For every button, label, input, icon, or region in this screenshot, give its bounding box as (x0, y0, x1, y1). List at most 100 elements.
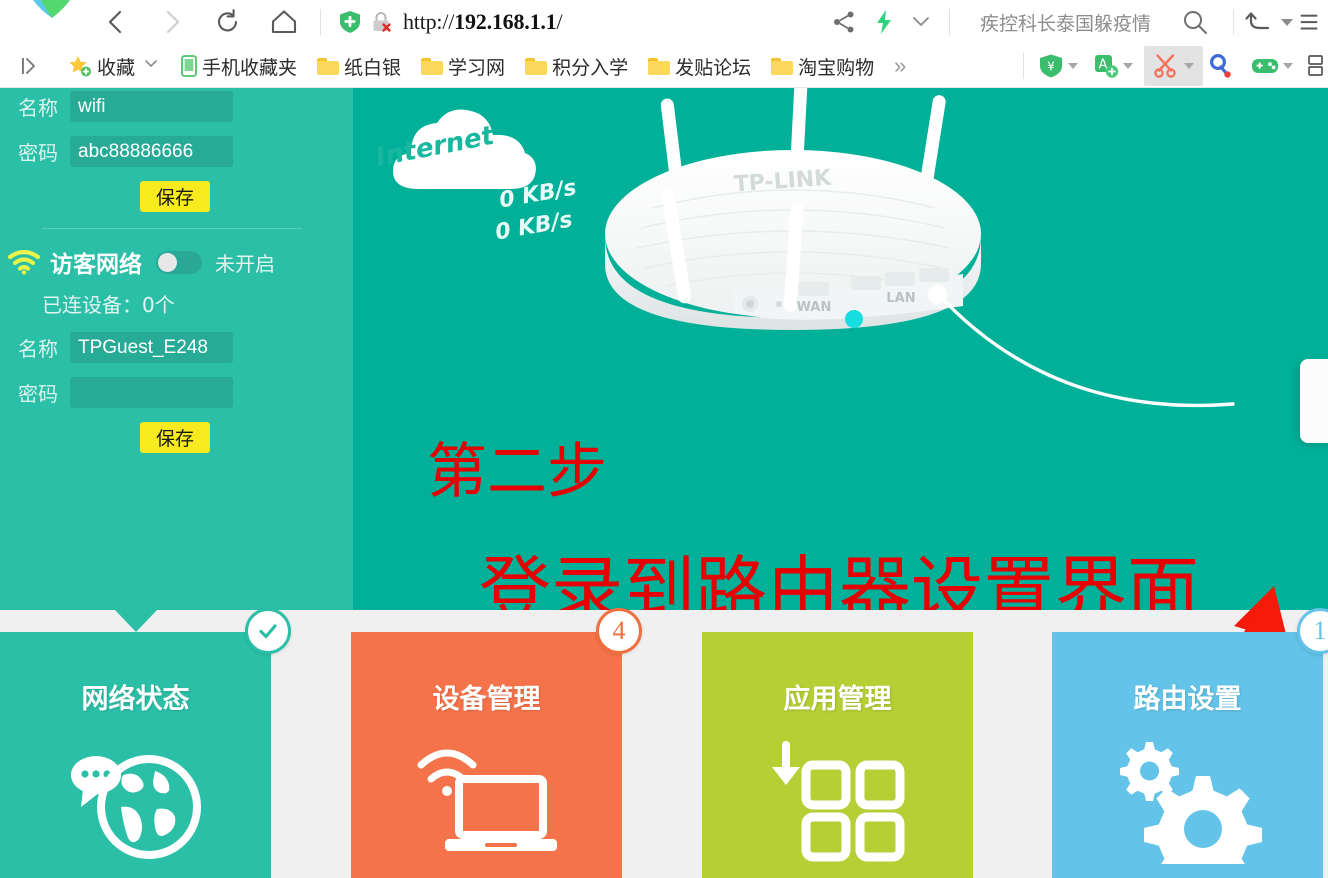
bookmark-folder-1[interactable]: 纸白银 (311, 45, 407, 88)
guest-password-label: 密码 (18, 382, 58, 406)
guest-password-row: 密码 (0, 377, 353, 408)
router-admin-page: 名称 密码 保存 (0, 88, 1328, 878)
share-icon (833, 11, 854, 33)
security-shield-icon[interactable] (339, 10, 361, 34)
turbo-button[interactable] (867, 0, 901, 45)
lightning-bolt-icon (876, 10, 891, 34)
bookmark-favorites[interactable]: 收藏 (62, 45, 165, 88)
tile-artwork (0, 724, 271, 874)
host-password-label: 密码 (18, 141, 58, 165)
star-add-icon (69, 56, 91, 77)
folder-icon (525, 57, 548, 75)
home-button[interactable] (256, 0, 312, 45)
folder-icon (648, 57, 671, 75)
url-scheme: http:// (403, 9, 455, 34)
url-path: / (556, 9, 563, 34)
bookmark-label: 手机收藏夹 (202, 57, 298, 79)
bookmark-sidebar-toggle[interactable] (0, 45, 46, 88)
host-ssid-input[interactable] (70, 91, 233, 122)
extension-magnifier[interactable] (1203, 45, 1237, 88)
guest-network-toggle[interactable] (156, 250, 202, 274)
svg-text:WAN: WAN (797, 300, 832, 315)
host-ssid-row: 名称 (0, 91, 353, 122)
extension-apps-grid[interactable] (1304, 45, 1328, 88)
search-suggestion[interactable]: 疾控科长泰国躲疫情 (958, 0, 1165, 45)
undo-dropdown[interactable] (1276, 0, 1298, 45)
host-save-row: 保存 (140, 181, 353, 212)
back-button[interactable] (88, 0, 144, 45)
browser-logo (0, 0, 88, 45)
bookmark-label: 收藏 (97, 57, 136, 79)
address-bar[interactable]: http://192.168.1.1/ (403, 9, 563, 35)
search-button[interactable] (1165, 0, 1225, 45)
forward-button[interactable] (144, 0, 200, 45)
hamburger-menu-icon (1300, 14, 1318, 30)
status-badge (245, 608, 291, 654)
guest-network-title: 访客网络 (50, 252, 142, 278)
tile-artwork (351, 724, 622, 874)
toolbar-divider-3 (1233, 9, 1234, 35)
main-menu-button[interactable] (1298, 0, 1328, 45)
dashboard-tiles: 网络状态 设备管理 4 应用管理 路由设置 1 (0, 608, 1328, 878)
bookmark-folder-3[interactable]: 积分入学 (519, 45, 634, 88)
bookmarks-overflow-button[interactable]: » (888, 45, 912, 88)
count-badge: 4 (596, 608, 642, 654)
guest-save-button[interactable]: 保存 (140, 422, 210, 453)
extension-screenshot[interactable] (1144, 46, 1203, 86)
svg-text:¥: ¥ (1047, 60, 1055, 74)
bookmark-label: 淘宝购物 (798, 57, 875, 79)
bookmark-sidebar-icon (22, 58, 35, 74)
extension-translate[interactable]: A (1089, 45, 1144, 88)
tile-device-management[interactable]: 设备管理 4 (351, 608, 642, 878)
apps-download-icon (771, 741, 904, 862)
undo-arrow-icon (1245, 12, 1270, 30)
bookmark-folder-2[interactable]: 学习网 (415, 45, 511, 88)
guest-connected-devices: 已连设备：0个 (42, 293, 175, 317)
host-save-button[interactable]: 保存 (140, 181, 210, 212)
share-button[interactable] (821, 0, 867, 45)
laptop-wifi-icon (417, 749, 557, 851)
chevron-down-icon (145, 60, 157, 67)
extension-game[interactable] (1247, 45, 1304, 88)
chevron-down-icon[interactable] (1283, 63, 1293, 69)
bookmark-mobile-favorites[interactable]: 手机收藏夹 (175, 45, 303, 88)
bookmark-caret[interactable] (143, 55, 159, 77)
reload-icon (217, 9, 238, 32)
tile-title: 设备管理 (432, 684, 541, 715)
scissors-screenshot-icon (1154, 54, 1176, 78)
browser-toolbar: http://192.168.1.1/ 疾控科长泰国躲疫情 (0, 0, 1328, 45)
tile-artwork (702, 724, 973, 874)
chevron-down-icon[interactable] (1184, 63, 1194, 69)
tile-route-settings[interactable]: 路由设置 1 (1052, 608, 1328, 878)
guest-password-input[interactable] (70, 377, 233, 408)
tile-network-status[interactable]: 网络状态 (0, 608, 291, 878)
chevron-down-icon[interactable] (1123, 63, 1133, 69)
undo-button[interactable] (1242, 0, 1276, 45)
url-host: 192.168.1.1 (454, 9, 557, 34)
forward-chevron-icon (166, 10, 180, 34)
annotation-main: 登录到路由器设置界面 (479, 551, 1200, 610)
chevron-down-icon (913, 17, 929, 26)
tile-artwork (1052, 724, 1323, 874)
annotation-step: 第二步 (427, 439, 607, 505)
count-badge: 1 (1297, 608, 1328, 654)
guest-ssid-label: 名称 (18, 337, 58, 361)
bookmarks-overflow-label: » (894, 53, 907, 78)
connected-device-icon (1300, 359, 1328, 443)
extensions-divider (1023, 53, 1024, 79)
host-password-input[interactable] (70, 136, 233, 167)
bookmark-folder-4[interactable]: 发贴论坛 (642, 45, 757, 88)
bookmark-folder-5[interactable]: 淘宝购物 (765, 45, 880, 88)
chevron-down-icon[interactable] (1068, 63, 1078, 69)
tile-title: 网络状态 (81, 684, 190, 715)
folder-icon (771, 57, 794, 75)
toolbar-more-button[interactable] (901, 0, 941, 45)
extension-wallet[interactable]: ¥ (1034, 45, 1089, 88)
tile-application-management[interactable]: 应用管理 (702, 632, 973, 878)
bookmark-label: 发贴论坛 (675, 57, 752, 79)
guest-save-row: 保存 (140, 422, 353, 453)
host-password-row: 密码 (0, 136, 353, 167)
insecure-lock-icon[interactable] (369, 10, 393, 34)
guest-ssid-input[interactable] (70, 332, 233, 363)
reload-button[interactable] (200, 0, 256, 45)
